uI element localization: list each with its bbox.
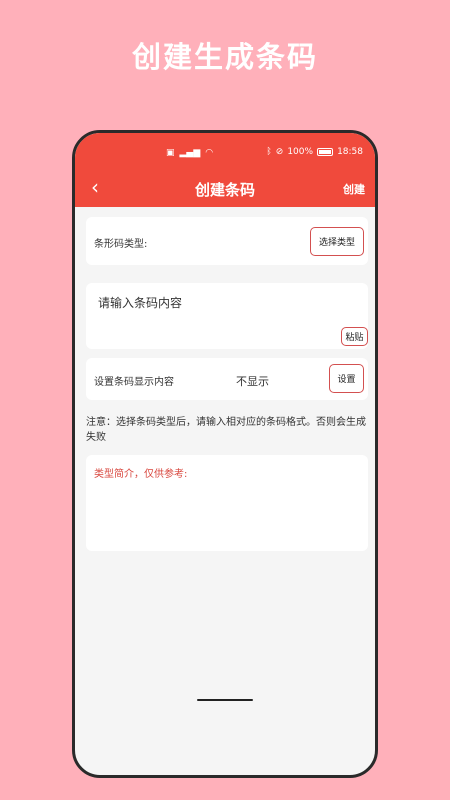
set-display-button[interactable]: 设置 bbox=[329, 364, 364, 393]
status-right: ᛒ ⊘ 100% 18:58 bbox=[266, 147, 363, 157]
display-setting-card: 设置条码显示内容 不显示 设置 bbox=[86, 358, 368, 400]
nav-bar: ‹ 创建条码 创建 bbox=[75, 169, 375, 207]
create-button[interactable]: 创建 bbox=[343, 181, 365, 197]
barcode-content-input[interactable] bbox=[98, 291, 348, 315]
status-time: 18:58 bbox=[337, 147, 363, 157]
mute-icon: ⊘ bbox=[275, 147, 284, 157]
status-left: ▣ ▂▄▆ ◠ bbox=[166, 148, 213, 158]
status-bar: ▣ ▂▄▆ ◠ ᛒ ⊘ 100% 18:58 bbox=[75, 133, 375, 169]
type-intro-title: 类型简介，仅供参考: bbox=[94, 469, 188, 480]
notice-text: 注意：选择条码类型后，请输入相对应的条码格式。否则会生成失败 bbox=[86, 417, 366, 443]
barcode-type-label: 条形码类型: bbox=[94, 239, 148, 250]
wifi-icon: ◠ bbox=[205, 148, 214, 158]
type-intro-card: 类型简介，仅供参考: bbox=[86, 455, 368, 551]
display-setting-label: 设置条码显示内容 bbox=[94, 377, 174, 388]
signal-icon: ▂▄▆ bbox=[179, 148, 201, 158]
battery-icon bbox=[317, 148, 334, 156]
select-type-button[interactable]: 选择类型 bbox=[310, 227, 364, 256]
hd-icon: ▣ bbox=[166, 148, 175, 158]
page-title: 创建条码 bbox=[194, 181, 255, 199]
display-setting-value: 不显示 bbox=[236, 375, 269, 388]
paste-button[interactable]: 粘贴 bbox=[341, 327, 368, 346]
bluetooth-icon: ᛒ bbox=[266, 147, 272, 157]
battery-percent: 100% bbox=[287, 147, 314, 157]
phone-frame: ▣ ▂▄▆ ◠ ᛒ ⊘ 100% 18:58 ‹ 创建条码 创建 条形码类型: … bbox=[72, 130, 378, 778]
barcode-type-card: 条形码类型: 选择类型 bbox=[86, 217, 368, 265]
promo-title: 创建生成条码 bbox=[131, 40, 318, 74]
home-indicator[interactable] bbox=[197, 699, 253, 701]
content-card: 粘贴 bbox=[86, 283, 368, 349]
